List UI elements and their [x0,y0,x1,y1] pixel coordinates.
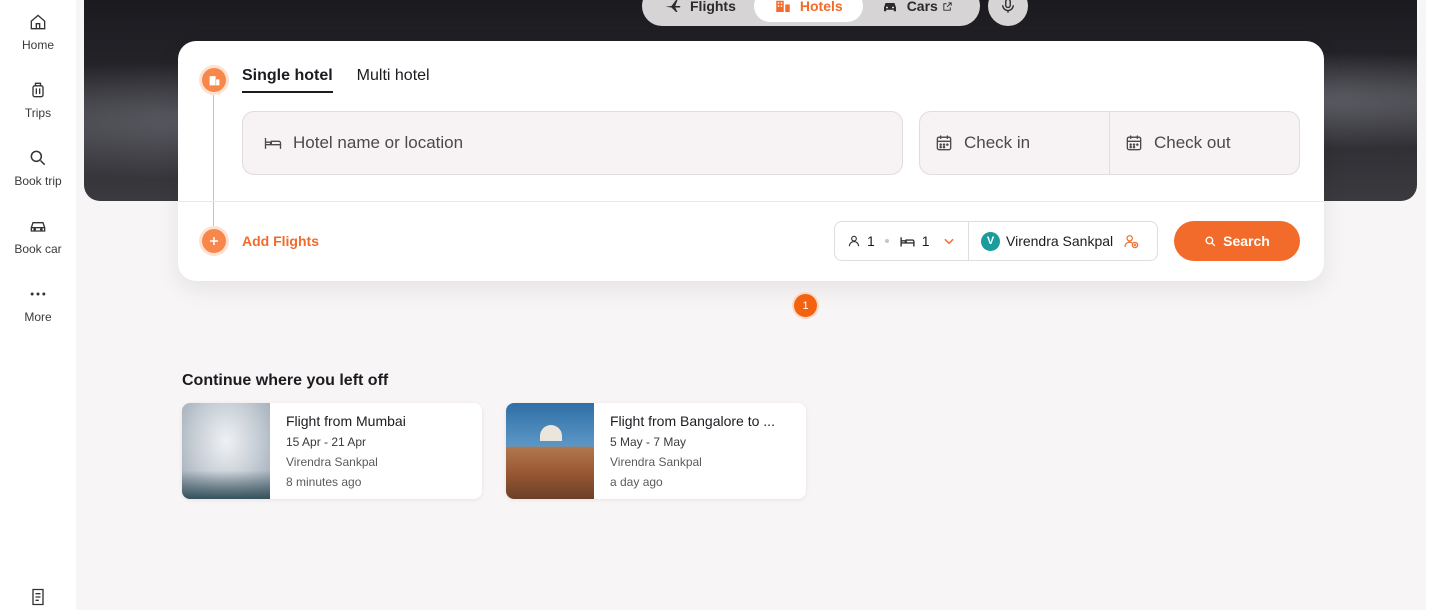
check-out-field[interactable]: Check out [1109,111,1300,175]
traveller-name: Virendra Sankpal [1006,233,1114,249]
bed-icon [264,138,282,149]
home-icon [30,14,46,30]
trip-thumbnail [182,403,270,499]
recent-trip-card[interactable]: Flight from Bangalore to ... 5 May - 7 M… [506,403,806,499]
search-icon [1205,235,1216,246]
check-out-label: Check out [1154,133,1231,152]
sidebar: Home Trips Book trip Book car More [0,0,76,610]
check-in-field[interactable]: Check in [919,111,1110,175]
hotel-search-card: Single hotel Multi hotel Hotel name or l… [178,41,1324,281]
sidebar-item-label: Book trip [14,174,62,188]
divider [178,201,1324,202]
person-icon [848,235,860,247]
plane-icon [665,0,681,12]
guests-rooms-selector[interactable]: 1 1 [834,221,969,261]
trip-dates: 15 Apr - 21 Apr [286,435,367,449]
tab-cars[interactable]: Cars [863,0,971,22]
sidebar-item-book-car[interactable]: Book car [0,216,76,256]
sidebar-item-trips[interactable]: Trips [0,80,76,120]
sidebar-item-book-trip[interactable]: Book trip [0,148,76,188]
notification-badge[interactable]: 1 [794,294,817,317]
add-flights-link[interactable]: Add Flights [242,233,319,249]
more-dots-icon [30,292,46,296]
tab-multi-hotel[interactable]: Multi hotel [357,67,430,93]
tab-label: Hotels [799,0,843,14]
hotel-step-marker [202,68,226,92]
trip-dates: 5 May - 7 May [610,435,687,449]
tab-hotels[interactable]: Hotels [753,0,863,22]
trip-info: Flight from Mumbai 15 Apr - 21 Apr Viren… [270,403,406,499]
recent-trip-card[interactable]: Flight from Mumbai 15 Apr - 21 Apr Viren… [182,403,482,499]
tab-single-hotel[interactable]: Single hotel [242,67,333,93]
add-flights-marker[interactable] [202,229,226,253]
sidebar-item-home[interactable]: Home [0,12,76,52]
add-person-icon [1124,235,1139,249]
sidebar-item-more[interactable]: More [0,284,76,324]
tab-label: Flights [690,0,736,14]
hotel-type-tabs: Single hotel Multi hotel [242,67,430,93]
luggage-icon [32,82,44,98]
hotel-location-placeholder: Hotel name or location [293,133,464,152]
trip-title: Flight from Bangalore to ... [610,413,775,429]
calendar-icon [1126,135,1142,151]
trip-traveller: Virendra Sankpal [610,455,702,469]
sidebar-item-label: Home [21,38,54,52]
monument-shape [540,425,562,441]
external-link-icon [943,1,952,11]
timeline-connector [213,81,214,241]
microphone-icon [1002,0,1014,13]
trip-traveller: Virendra Sankpal [286,455,378,469]
check-in-label: Check in [964,133,1031,152]
trip-thumbnail [506,403,594,499]
tab-label: Cars [906,0,938,14]
hotel-icon [776,0,790,12]
receipt-icon [32,588,44,606]
search-button[interactable]: Search [1174,221,1300,261]
sidebar-item-label: Book car [14,242,62,256]
hotel-location-input[interactable]: Hotel name or location [242,111,903,175]
separator-dot [884,239,889,243]
tab-flights[interactable]: Flights [646,0,754,22]
hotel-icon [209,75,219,85]
trip-info: Flight from Bangalore to ... 5 May - 7 M… [594,403,775,499]
car-icon [30,222,46,232]
chevron-down-icon [943,238,954,245]
search-icon [30,150,46,166]
search-button-label: Search [1223,233,1270,249]
bed-icon [900,236,915,246]
section-title: Continue where you left off [182,372,389,389]
sidebar-item-label: Trips [24,106,52,120]
plus-icon [210,237,218,245]
car-front-icon [883,3,896,12]
traveller-selector[interactable]: V Virendra Sankpal [968,221,1158,261]
sidebar-item-label: More [24,310,52,324]
trip-title: Flight from Mumbai [286,413,406,429]
calendar-icon [936,135,952,151]
sidebar-item-expenses[interactable] [0,587,76,607]
scrollbar-track [1426,0,1440,610]
trip-time: 8 minutes ago [286,475,362,489]
adults-count: 1 [867,233,875,249]
voice-search-button[interactable] [988,0,1028,26]
trip-time: a day ago [610,475,663,489]
rooms-count: 1 [921,233,930,249]
mode-tabs: Flights Hotels Cars [642,0,980,26]
avatar: V [981,231,1000,251]
